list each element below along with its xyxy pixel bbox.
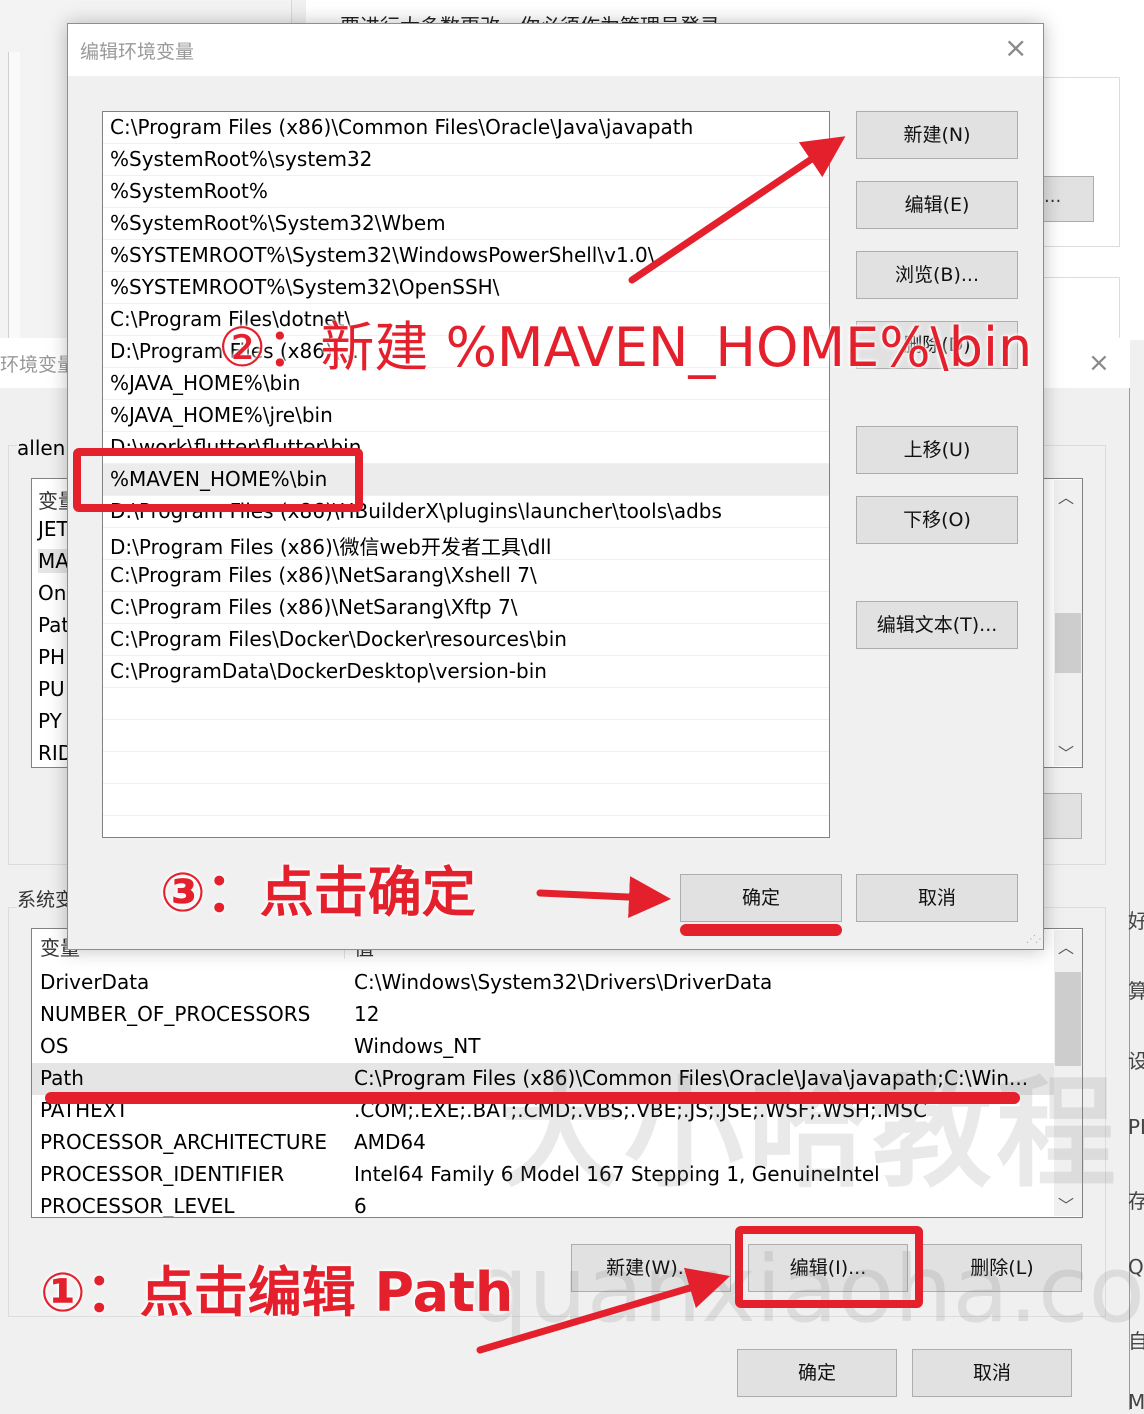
system-list-scrollbar-thumb[interactable] <box>1055 972 1081 1066</box>
path-entry[interactable]: C:\Program Files (x86)\NetSarang\Xshell … <box>103 560 829 592</box>
annotation-underline-ok <box>680 924 842 936</box>
variable-name: PROCESSOR_LEVEL <box>40 1194 235 1218</box>
path-entry[interactable]: %SystemRoot% <box>103 176 829 208</box>
path-entry-text: C:\Program Files (x86)\Common Files\Orac… <box>110 115 694 139</box>
background-text-fragment: 存 <box>1128 1189 1144 1213</box>
background-text-fragment: 设 <box>1128 1049 1144 1073</box>
variable-value: C:\Program Files (x86)\Common Files\Orac… <box>354 1066 1029 1090</box>
path-entry[interactable] <box>103 720 829 752</box>
annotation-underline-path <box>45 1092 1020 1104</box>
path-entry-text: D:\Program Files (x86)\微信web开发者工具\dll <box>110 535 552 559</box>
edit-text-button[interactable]: 编辑文本(T)... <box>856 601 1018 649</box>
move-up-button[interactable]: 上移(U) <box>856 426 1018 474</box>
list-item[interactable]: On <box>38 581 66 605</box>
annotation-step-1: ①：点击编辑 Path <box>40 1261 514 1324</box>
user-delete-button[interactable] <box>1040 793 1082 839</box>
system-delete-button[interactable]: 删除(L) <box>922 1244 1082 1292</box>
table-row[interactable]: PROCESSOR_IDENTIFIER Intel64 Family 6 Mo… <box>32 1159 1054 1191</box>
edit-entry-button[interactable]: 编辑(E) <box>856 181 1018 229</box>
env-window-title: 环境变量 <box>0 354 77 376</box>
annotation-highlight-edit-button <box>735 1226 923 1308</box>
path-entry[interactable]: C:\Program Files (x86)\NetSarang\Xftp 7\ <box>103 592 829 624</box>
path-entry[interactable]: C:\Program Files\Docker\Docker\resources… <box>103 624 829 656</box>
path-entry[interactable]: C:\Program Files (x86)\Common Files\Orac… <box>103 112 829 144</box>
cancel-button[interactable]: 取消 <box>856 874 1018 922</box>
list-item[interactable]: Pat <box>38 613 69 637</box>
scroll-up-icon[interactable]: ︿ <box>1058 484 1074 508</box>
list-item[interactable]: PH <box>38 645 65 669</box>
ok-button[interactable]: 确定 <box>680 874 842 922</box>
table-row[interactable]: NUMBER_OF_PROCESSORS 12 <box>32 999 1054 1031</box>
background-text-fragment: Qu <box>1128 1255 1144 1279</box>
path-entry[interactable]: C:\ProgramData\DockerDesktop\version-bin <box>103 656 829 688</box>
variable-name: PROCESSOR_ARCHITECTURE <box>40 1130 328 1154</box>
edit-dialog-titlebar: 编辑环境变量 × <box>68 24 1043 76</box>
background-text-fragment: 自 <box>1128 1329 1144 1353</box>
scroll-up-icon[interactable]: ︿ <box>1058 934 1074 958</box>
new-entry-button[interactable]: 新建(N) <box>856 111 1018 159</box>
table-row-path-selected[interactable]: Path C:\Program Files (x86)\Common Files… <box>32 1063 1054 1095</box>
scroll-down-icon[interactable]: ﹀ <box>1058 740 1074 764</box>
path-entry-text: C:\Program Files (x86)\NetSarang\Xshell … <box>110 563 537 587</box>
path-entry-text: %SYSTEMROOT%\System32\OpenSSH\ <box>110 275 500 299</box>
path-entry[interactable]: %SystemRoot%\system32 <box>103 144 829 176</box>
variable-value: C:\Windows\System32\Drivers\DriverData <box>354 970 773 994</box>
list-item[interactable]: JET <box>38 517 69 541</box>
background-text-fragment: 好 <box>1128 909 1144 933</box>
variable-value: 6 <box>354 1194 367 1218</box>
env-ok-button[interactable]: 确定 <box>737 1349 897 1397</box>
background-text-fragment: PL <box>1128 1115 1144 1139</box>
variable-name: PROCESSOR_IDENTIFIER <box>40 1162 285 1186</box>
path-entry-text: C:\Program Files\Docker\Docker\resources… <box>110 627 567 651</box>
variable-name: DriverData <box>40 970 150 994</box>
background-text-fragment: M <box>1128 1390 1144 1414</box>
list-item[interactable]: PU <box>38 677 65 701</box>
path-entry[interactable] <box>103 784 829 816</box>
variable-name: Path <box>40 1066 84 1090</box>
path-entry[interactable]: D:\Program Files (x86)\微信web开发者工具\dll <box>103 528 829 560</box>
annotation-highlight-maven-entry <box>73 448 363 512</box>
path-entry-text: %SYSTEMROOT%\System32\WindowsPowerShell\… <box>110 243 655 267</box>
table-row[interactable]: PROCESSOR_LEVEL 6 <box>32 1191 1054 1218</box>
path-entry[interactable]: %SYSTEMROOT%\System32\OpenSSH\ <box>103 272 829 304</box>
edit-dialog-title: 编辑环境变量 <box>80 41 195 63</box>
system-new-button[interactable]: 新建(W)... <box>571 1244 731 1292</box>
system-variables-list[interactable]: 变量 值 DriverData C:\Windows\System32\Driv… <box>31 928 1083 1218</box>
resize-grip-icon[interactable]: ⋰⋰ <box>1026 934 1045 945</box>
background-text-fragment: 算 <box>1128 979 1144 1003</box>
path-entry-text: %SystemRoot% <box>110 179 268 203</box>
variable-value: AMD64 <box>354 1130 426 1154</box>
path-entry[interactable]: %SystemRoot%\System32\Wbem <box>103 208 829 240</box>
variable-name: NUMBER_OF_PROCESSORS <box>40 1002 311 1026</box>
path-entry[interactable]: %SYSTEMROOT%\System32\WindowsPowerShell\… <box>103 240 829 272</box>
close-icon[interactable]: × <box>1004 34 1027 62</box>
env-cancel-button[interactable]: 取消 <box>912 1349 1072 1397</box>
variable-name: OS <box>40 1034 69 1058</box>
path-entry-text: %SystemRoot%\system32 <box>110 147 373 171</box>
path-entry-text: %SystemRoot%\System32\Wbem <box>110 211 446 235</box>
table-row[interactable]: OS Windows_NT <box>32 1031 1054 1063</box>
variable-value: Intel64 Family 6 Model 167 Stepping 1, G… <box>354 1162 880 1186</box>
path-entry-text: %JAVA_HOME%\jre\bin <box>110 403 333 427</box>
path-entry[interactable]: %JAVA_HOME%\jre\bin <box>103 400 829 432</box>
path-entry-text: C:\Program Files (x86)\NetSarang\Xftp 7\ <box>110 595 518 619</box>
variable-value: Windows_NT <box>354 1034 481 1058</box>
path-entry[interactable] <box>103 688 829 720</box>
list-item[interactable]: PY <box>38 709 62 733</box>
scroll-down-icon[interactable]: ﹀ <box>1058 1192 1074 1216</box>
table-row[interactable]: DriverData C:\Windows\System32\Drivers\D… <box>32 967 1054 999</box>
annotation-step-3: ③：点击确定 <box>160 861 476 924</box>
path-entry[interactable] <box>103 752 829 784</box>
move-down-button[interactable]: 下移(O) <box>856 496 1018 544</box>
background-settings-button[interactable]: ... <box>1040 176 1094 222</box>
browse-button[interactable]: 浏览(B)... <box>856 251 1018 299</box>
user-list-scrollbar-thumb[interactable] <box>1055 613 1081 673</box>
path-entry-text: C:\ProgramData\DockerDesktop\version-bin <box>110 659 547 683</box>
variable-value: 12 <box>354 1002 380 1026</box>
annotation-step-2: ②：新建 %MAVEN_HOME%\bin <box>218 316 1033 379</box>
table-row[interactable]: PROCESSOR_ARCHITECTURE AMD64 <box>32 1127 1054 1159</box>
close-icon[interactable]: × <box>1088 350 1110 376</box>
